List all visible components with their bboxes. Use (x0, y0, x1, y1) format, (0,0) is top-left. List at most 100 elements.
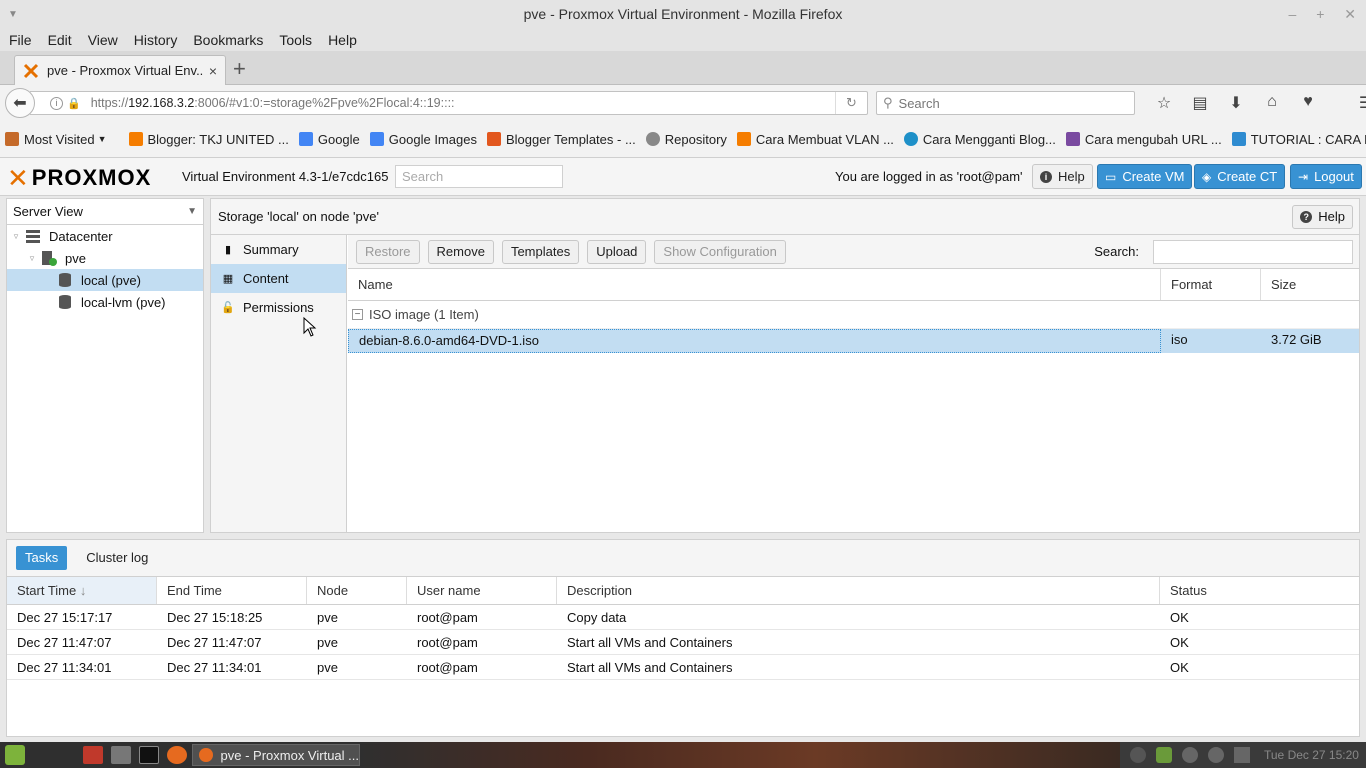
menu-edit[interactable]: Edit (48, 29, 72, 51)
grid-search-input[interactable] (1153, 239, 1353, 264)
menu-tools[interactable]: Tools (279, 29, 312, 51)
table-row[interactable]: Dec 27 11:47:07 Dec 27 11:47:07 pve root@pa… (7, 630, 1359, 655)
bookmark-star-icon[interactable]: ☆ (1146, 93, 1182, 113)
upload-button[interactable]: Upload (587, 239, 647, 264)
collapse-group-icon[interactable]: − (352, 309, 363, 320)
tab-tasks[interactable]: Tasks (16, 546, 68, 570)
insecure-lock-icon[interactable]: 🔒 (67, 97, 81, 110)
minimize-button[interactable]: – (1289, 6, 1297, 22)
skype-icon (903, 132, 918, 146)
bookmark-item[interactable]: Cara mengubah URL ... (1065, 132, 1222, 147)
new-tab-button[interactable]: + (233, 56, 246, 82)
create-ct-button[interactable]: ◈ Create CT (1194, 164, 1286, 189)
tasks-header: Start Time ↓ End Time Node User name Des… (7, 577, 1359, 605)
bluetooth-icon[interactable] (1182, 747, 1198, 763)
table-row[interactable]: Dec 27 11:34:01 Dec 27 11:34:01 pve root@pa… (7, 655, 1359, 680)
tree-item-storage-local-lvm[interactable]: local-lvm (pve) (7, 291, 203, 313)
url-bar[interactable]: i 🔒 https://192.168.3.2:8006/#v1:0:=stor… (30, 91, 868, 115)
reload-icon[interactable]: ↻ (835, 92, 867, 114)
hamburger-menu-icon[interactable]: ☰ (1348, 93, 1366, 113)
panel-help-button[interactable]: ? Help (1292, 204, 1353, 229)
column-status[interactable]: Status (1160, 577, 1359, 604)
firefox-icon[interactable] (167, 746, 187, 764)
blogger-templates-icon (486, 132, 501, 146)
maximize-button[interactable]: + (1316, 6, 1324, 22)
subnav-permissions[interactable]: 🔓 Permissions (211, 293, 346, 322)
bookmark-item[interactable]: Google Images (369, 132, 477, 147)
restore-button[interactable]: Restore (356, 239, 420, 264)
chrome-icon[interactable] (1130, 747, 1146, 763)
site-info-icon[interactable]: i (50, 96, 63, 110)
bookmark-item[interactable]: Blogger Templates - ... (486, 132, 636, 147)
pocket-icon[interactable]: ♥ (1290, 93, 1326, 113)
tree-item-storage-local[interactable]: local (pve) (7, 269, 203, 291)
chevron-down-icon: ▼ (187, 206, 197, 217)
column-start-time[interactable]: Start Time ↓ (7, 577, 157, 604)
search-icon: ⚲ (883, 95, 893, 110)
column-name[interactable]: Name (348, 269, 1161, 300)
network-icon[interactable] (1234, 747, 1250, 763)
column-size[interactable]: Size (1261, 269, 1359, 300)
tree-item-node-pve[interactable]: ▿ pve (7, 247, 203, 269)
tab-close-icon[interactable]: × (209, 63, 217, 79)
back-button[interactable]: ⬅ (5, 88, 35, 118)
bookmark-item[interactable]: TUTORIAL : CARA ME... (1231, 132, 1366, 147)
logout-button[interactable]: ⇥ Logout (1290, 164, 1362, 189)
templates-button[interactable]: Templates (501, 239, 580, 264)
browser-search-field[interactable]: ⚲ Search (876, 91, 1135, 115)
bookmark-item[interactable]: Repository (645, 132, 727, 147)
show-configuration-button[interactable]: Show Configuration (654, 239, 786, 264)
mint-menu-icon[interactable] (5, 745, 25, 765)
remove-button[interactable]: Remove (427, 239, 494, 264)
group-row-iso[interactable]: − ISO image (1 Item) (348, 301, 1359, 329)
google-icon (298, 132, 313, 146)
terminal-icon[interactable] (139, 746, 159, 764)
bookmark-most-visited[interactable]: Most Visited ▼ (5, 132, 107, 147)
storage-content-panel: Storage 'local' on node 'pve' ? Help ▮ Sum… (210, 198, 1360, 533)
pve-search-input[interactable]: Search (395, 165, 563, 188)
create-vm-button[interactable]: ▭ Create VM (1097, 164, 1193, 189)
tab-title: pve - Proxmox Virtual Env... (47, 63, 203, 78)
cell-size: 3.72 GiB (1271, 332, 1322, 347)
clock[interactable]: Tue Dec 27 15:20 (1264, 748, 1359, 762)
shield-icon[interactable] (1156, 747, 1172, 763)
files-icon[interactable] (111, 746, 131, 764)
menu-file[interactable]: File (9, 29, 32, 51)
tab-cluster-log[interactable]: Cluster log (77, 546, 157, 570)
home-icon[interactable]: ⌂ (1254, 93, 1290, 113)
column-end-time[interactable]: End Time (157, 577, 307, 604)
help-button[interactable]: i Help (1032, 164, 1093, 189)
column-format[interactable]: Format (1161, 269, 1261, 300)
bookmark-item[interactable]: Cara Membuat VLAN ... (736, 132, 894, 147)
bookmark-item[interactable]: Cara Mengganti Blog... (903, 132, 1056, 147)
downloads-icon[interactable]: ⬇ (1218, 93, 1254, 113)
reading-list-icon[interactable]: ▤ (1182, 93, 1218, 113)
menu-bookmarks[interactable]: Bookmarks (193, 29, 263, 51)
column-user-name[interactable]: User name (407, 577, 557, 604)
bookmark-item[interactable]: Google (298, 132, 360, 147)
collapse-icon[interactable]: ▿ (11, 231, 21, 242)
menu-view[interactable]: View (88, 29, 118, 51)
window-menu-icon[interactable]: ▼ (8, 0, 18, 29)
column-description[interactable]: Description (557, 577, 1160, 604)
subnav-summary[interactable]: ▮ Summary (211, 235, 346, 264)
browser-tab[interactable]: pve - Proxmox Virtual Env... × (14, 55, 226, 85)
tree-item-datacenter[interactable]: ▿ Datacenter (7, 225, 203, 247)
table-row[interactable]: Dec 27 15:17:17 Dec 27 15:18:25 pve root@pa… (7, 605, 1359, 630)
menu-help[interactable]: Help (328, 29, 357, 51)
collapse-icon[interactable]: ▿ (27, 253, 37, 264)
close-window-button[interactable]: ✕ (1344, 6, 1356, 22)
column-node[interactable]: Node (307, 577, 407, 604)
volume-icon[interactable] (1208, 747, 1224, 763)
url-text[interactable]: https://192.168.3.2:8006/#v1:0:=storage%… (91, 96, 835, 110)
bookmark-item[interactable]: Blogger: TKJ UNITED ... (128, 132, 289, 147)
subnav-content[interactable]: ▦ Content (211, 264, 346, 293)
menu-history[interactable]: History (134, 29, 178, 51)
proxmox-x-icon: ✕ (7, 163, 30, 193)
table-row[interactable]: debian-8.6.0-amd64-DVD-1.iso iso 3.72 Gi… (348, 329, 1359, 353)
mouse-cursor-icon (303, 317, 317, 337)
taskbar-window-firefox[interactable]: pve - Proxmox Virtual ... (192, 744, 360, 766)
blogger-icon (128, 132, 143, 146)
view-selector[interactable]: Server View ▼ (7, 199, 203, 225)
app-launcher-icon[interactable] (83, 746, 103, 764)
